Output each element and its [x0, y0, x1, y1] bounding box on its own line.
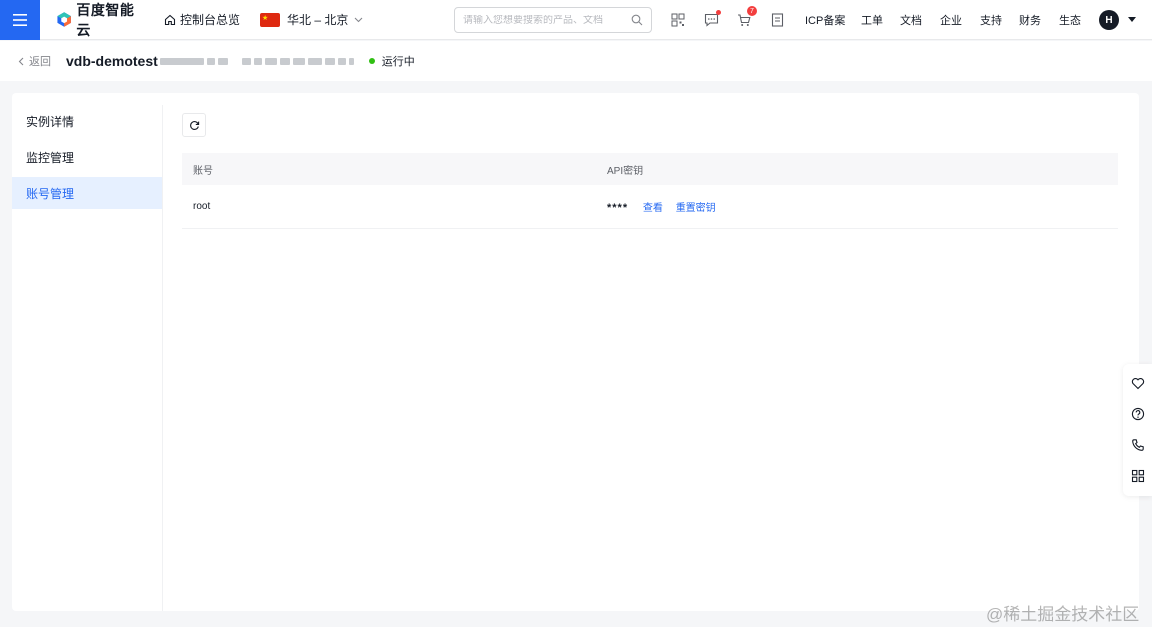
column-header-api-key: API密钥 — [596, 153, 1118, 185]
nav-link-ecosystem-label: 生态 — [1059, 15, 1081, 27]
brand-logo[interactable]: 百度智能云 — [56, 0, 146, 40]
invoice-icon — [771, 13, 783, 27]
top-navigation-bar: 百度智能云 控制台总览 华北 – 北京 — [0, 0, 1152, 40]
chevron-down-icon — [354, 17, 363, 22]
user-avatar[interactable]: H — [1099, 10, 1119, 30]
api-key-cell: **** 查看 重置密钥 — [596, 185, 1118, 229]
api-key-masked: **** — [607, 201, 629, 214]
cart-count-badge: 7 — [747, 6, 757, 16]
column-header-account: 账号 — [182, 153, 596, 185]
sidebar-item-label: 账号管理 — [26, 186, 75, 201]
nav-link-support[interactable]: 支持 — [980, 0, 1002, 40]
floating-toolbar — [1123, 364, 1152, 496]
table-header-row: 账号 API密钥 — [182, 153, 1118, 185]
help-icon[interactable] — [1131, 407, 1145, 421]
nav-link-docs-label: 文档 — [900, 15, 922, 27]
home-icon — [164, 14, 176, 25]
table-row: root **** 查看 重置密钥 — [182, 185, 1118, 229]
hamburger-menu-button[interactable] — [0, 0, 40, 40]
message-unread-dot — [716, 10, 721, 15]
back-button[interactable]: 返回 — [18, 53, 51, 69]
invoice-button[interactable] — [769, 12, 785, 28]
nav-link-finance[interactable]: 财务 — [1019, 0, 1041, 40]
watermark: @稀土掘金技术社区 — [986, 605, 1140, 624]
account-table: 账号 API密钥 root **** 查看 重置密钥 — [182, 153, 1118, 229]
nav-link-icp[interactable]: ICP备案 — [805, 0, 845, 40]
nav-link-enterprise[interactable]: 企业 — [940, 0, 962, 40]
status-running-dot — [368, 58, 375, 64]
global-search-input[interactable] — [463, 14, 631, 26]
account-content: 账号 API密钥 root **** 查看 重置密钥 — [182, 113, 1118, 229]
chevron-left-icon — [18, 57, 24, 65]
instance-name: vdb-demotest — [66, 53, 158, 69]
nav-link-ecosystem[interactable]: 生态 — [1059, 0, 1081, 40]
region-selector[interactable]: 华北 – 北京 — [260, 11, 363, 28]
region-label: 华北 – 北京 — [287, 13, 349, 27]
nav-link-enterprise-label: 企业 — [940, 15, 962, 27]
phone-icon[interactable] — [1131, 438, 1145, 452]
global-search-box — [454, 7, 652, 33]
nav-link-finance-label: 财务 — [1019, 15, 1041, 27]
sidebar-item-monitoring[interactable]: 监控管理 — [12, 141, 162, 173]
refresh-icon — [189, 120, 199, 130]
heart-icon[interactable] — [1131, 377, 1145, 390]
back-label: 返回 — [29, 56, 51, 68]
message-button[interactable] — [703, 10, 721, 28]
qrcode-button[interactable] — [670, 12, 686, 28]
reset-key-link[interactable]: 重置密钥 — [676, 203, 716, 214]
search-icon[interactable] — [631, 14, 643, 26]
instance-sidebar: 实例详情 监控管理 账号管理 — [12, 105, 163, 611]
top-icon-bar: 7 — [670, 0, 802, 40]
console-home-label: 控制台总览 — [180, 13, 241, 27]
nav-link-docs[interactable]: 文档 — [900, 0, 922, 40]
china-flag-icon — [260, 12, 281, 27]
refresh-button[interactable] — [182, 113, 206, 137]
sidebar-item-label: 监控管理 — [26, 150, 75, 165]
apps-grid-icon[interactable] — [1131, 469, 1145, 483]
nav-link-ticket-label: 工单 — [861, 15, 883, 27]
caret-down-icon[interactable] — [1128, 17, 1136, 22]
message-icon — [704, 13, 718, 27]
hamburger-icon — [13, 13, 27, 26]
status-label: 运行中 — [381, 56, 415, 68]
brand-name: 百度智能云 — [76, 1, 135, 38]
nav-link-support-label: 支持 — [980, 15, 1002, 27]
console-home-link[interactable]: 控制台总览 — [164, 11, 240, 28]
sidebar-item-instance-details[interactable]: 实例详情 — [12, 105, 162, 137]
sidebar-item-label: 实例详情 — [26, 114, 75, 129]
brand-cube-icon — [57, 12, 71, 27]
view-key-link[interactable]: 查看 — [643, 203, 663, 214]
cart-button[interactable]: 7 — [736, 6, 757, 28]
nav-link-ticket[interactable]: 工单 — [861, 0, 883, 40]
instance-header: 返回 vdb-demotest 运行中 — [0, 41, 1152, 81]
sidebar-item-account-management[interactable]: 账号管理 — [12, 177, 162, 209]
main-panel: 实例详情 监控管理 账号管理 账号 API密钥 root **** 查看 重置密… — [12, 93, 1139, 611]
redacted-instance-id — [159, 54, 357, 68]
qrcode-icon — [671, 13, 685, 27]
nav-link-icp-label: ICP备案 — [805, 15, 846, 27]
instance-status: 运行中 — [368, 53, 415, 69]
account-name-cell: root — [182, 185, 596, 229]
